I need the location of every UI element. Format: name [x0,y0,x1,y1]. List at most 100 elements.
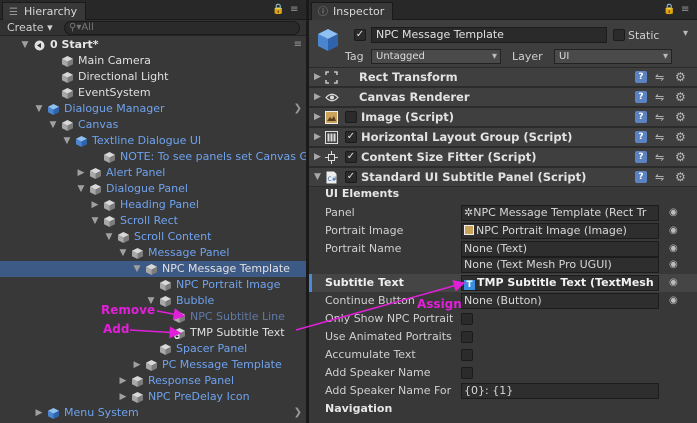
hierarchy-row[interactable]: ▼ Scroll Content [0,229,306,245]
inspector-tab[interactable]: ⓘ Inspector [311,2,394,20]
object-picker-icon[interactable]: ◉ [669,274,678,292]
hierarchy-row[interactable]: Directional Light [0,69,306,85]
hierarchy-row[interactable]: ▼ 0 Start* ≡ [0,37,306,53]
expand-arrow-right-icon[interactable]: ▶ [314,68,321,87]
gear-icon[interactable]: ⚙ [675,68,686,87]
hierarchy-row[interactable]: ▶ Heading Panel [0,197,306,213]
prefab-open-chevron-icon[interactable]: ❯ [294,405,302,421]
gear-icon[interactable]: ⚙ [675,168,686,187]
component-header[interactable]: ▶ ✓ Horizontal Layout Group (Script)? ⇋ ⚙ [309,127,697,147]
preset-icon[interactable]: ⇋ [655,148,664,167]
help-icon[interactable]: ? [635,91,647,103]
expand-arrow-right-icon[interactable]: ▶ [76,165,86,181]
expand-arrow-right-icon[interactable]: ▶ [314,88,321,107]
tab-menu-icon[interactable]: ≡ [290,4,298,15]
component-enabled-checkbox[interactable] [345,111,357,123]
expand-arrow-down-icon[interactable]: ▼ [146,293,156,309]
component-header[interactable]: ▼ C# ✓ Standard UI Subtitle Panel (Script)?… [309,167,697,187]
expand-arrow-down-icon[interactable]: ▼ [20,37,30,53]
lock-icon[interactable]: 🔒 [272,4,284,15]
hierarchy-row[interactable]: ▼ Scroll Rect [0,213,306,229]
property-object-field[interactable]: ✲NPC Message Template (Rect Tr [461,205,659,221]
expand-arrow-down-icon[interactable]: ▼ [76,181,86,197]
expand-arrow-down-icon[interactable]: ▼ [62,133,72,149]
gear-icon[interactable]: ⚙ [675,148,686,167]
expand-arrow-down-icon[interactable]: ▼ [48,117,58,133]
expand-arrow-right-icon[interactable]: ▶ [118,373,128,389]
property-checkbox[interactable] [461,367,473,379]
expand-arrow-right-icon[interactable]: ▶ [132,357,142,373]
hierarchy-row[interactable]: ▶ Alert Panel [0,165,306,181]
help-icon[interactable]: ? [635,111,647,123]
preset-icon[interactable]: ⇋ [655,108,664,127]
property-object-field[interactable]: None (Text) [461,241,659,257]
prefab-open-chevron-icon[interactable]: ❯ [294,101,302,117]
expand-arrow-down-icon[interactable]: ▼ [90,213,100,229]
expand-arrow-right-icon[interactable]: ▶ [118,389,128,405]
object-picker-icon[interactable]: ◉ [669,222,678,240]
property-object-field[interactable]: {0}: {1} [461,383,659,399]
static-dropdown-icon[interactable]: ▾ [683,28,688,39]
tab-menu-icon[interactable]: ≡ [681,4,689,15]
object-picker-icon[interactable]: ◉ [669,256,678,274]
object-picker-icon[interactable]: ◉ [669,204,678,222]
component-header[interactable]: ▶ ✓ Content Size Fitter (Script)? ⇋ ⚙ [309,147,697,167]
hierarchy-row[interactable]: ▶ NPC PreDelay Icon [0,389,306,405]
active-checkbox[interactable]: ✓ [354,29,366,41]
expand-arrow-down-icon[interactable]: ▼ [104,229,114,245]
create-button[interactable]: Create ▾ [3,21,57,35]
property-checkbox[interactable] [461,349,473,361]
hierarchy-row[interactable]: ▼ Message Panel [0,245,306,261]
component-header[interactable]: ▶ Image (Script)? ⇋ ⚙ [309,107,697,127]
help-icon[interactable]: ? [635,71,647,83]
hierarchy-row[interactable]: ▼ Textline Dialogue UI [0,133,306,149]
hierarchy-row[interactable]: ▶ Response Panel [0,373,306,389]
property-object-field[interactable]: None (Button) [461,293,659,309]
hierarchy-row[interactable]: ▼ Canvas [0,117,306,133]
property-object-field[interactable]: NPC Portrait Image (Image) [461,223,659,239]
object-picker-icon[interactable]: ◉ [669,292,678,310]
hierarchy-row[interactable]: EventSystem [0,85,306,101]
lock-icon[interactable]: 🔒 [663,4,675,15]
expand-arrow-down-icon[interactable]: ▼ [34,101,44,117]
object-name-field[interactable]: NPC Message Template [371,27,607,43]
layer-dropdown[interactable]: UI [554,49,672,64]
hierarchy-row[interactable]: Main Camera [0,53,306,69]
hierarchy-row[interactable]: Spacer Panel [0,341,306,357]
preset-icon[interactable]: ⇋ [655,128,664,147]
expand-arrow-right-icon[interactable]: ▶ [314,128,321,147]
hierarchy-row[interactable]: NOTE: To see panels set Canvas G [0,149,306,165]
expand-arrow-down-icon[interactable]: ▼ [314,168,321,187]
search-input[interactable]: ⚲▾All [64,21,300,35]
expand-arrow-down-icon[interactable]: ▼ [118,245,128,261]
static-checkbox[interactable] [613,29,625,41]
hierarchy-row[interactable]: ▼ Bubble [0,293,306,309]
preset-icon[interactable]: ⇋ [655,68,664,87]
hierarchy-row[interactable]: ▶ Menu System ❯ [0,405,306,421]
component-header[interactable]: ▶ Canvas Renderer? ⇋ ⚙ [309,87,697,107]
property-checkbox[interactable] [461,331,473,343]
gear-icon[interactable]: ⚙ [675,108,686,127]
hierarchy-row[interactable]: ▶ PC Message Template [0,357,306,373]
help-icon[interactable]: ? [635,131,647,143]
hierarchy-row[interactable]: TMP Subtitle Text [0,325,306,341]
property-object-field[interactable]: T TMP Subtitle Text (TextMesh [461,275,659,291]
hierarchy-tab[interactable]: ☰ Hierarchy [2,2,87,20]
expand-arrow-down-icon[interactable]: ▼ [132,261,142,277]
hierarchy-row[interactable]: ▼ Dialogue Manager ❯ [0,101,306,117]
expand-arrow-right-icon[interactable]: ▶ [314,108,321,127]
component-enabled-checkbox[interactable]: ✓ [345,131,357,143]
help-icon[interactable]: ? [635,151,647,163]
gear-icon[interactable]: ⚙ [675,88,686,107]
help-icon[interactable]: ? [635,171,647,183]
hierarchy-row[interactable]: ▼ Dialogue Panel [0,181,306,197]
hierarchy-row[interactable]: ▼ NPC Message Template [0,261,306,277]
property-checkbox[interactable] [461,313,473,325]
expand-arrow-right-icon[interactable]: ▶ [90,197,100,213]
expand-arrow-right-icon[interactable]: ▶ [314,148,321,167]
gear-icon[interactable]: ⚙ [675,128,686,147]
expand-arrow-right-icon[interactable]: ▶ [34,405,44,421]
preset-icon[interactable]: ⇋ [655,88,664,107]
component-enabled-checkbox[interactable]: ✓ [345,171,357,183]
component-enabled-checkbox[interactable]: ✓ [345,151,357,163]
